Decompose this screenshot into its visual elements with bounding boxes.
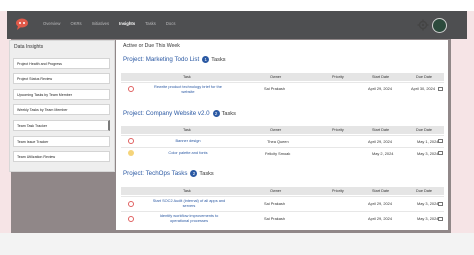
tasks-label: Tasks: [211, 57, 226, 64]
column-start-date: Start Date: [372, 75, 390, 79]
task-count-badge: 1: [202, 56, 210, 63]
task-owner: Sai Prakash: [264, 86, 285, 91]
task-link[interactable]: Identify workflow improvements to operat…: [151, 213, 227, 223]
status-red-icon: [128, 216, 134, 222]
task-due-date: May 3, 2024: [417, 151, 439, 156]
column-owner: Owner: [270, 128, 282, 132]
status-red-icon: [128, 86, 134, 92]
task-start-date: April 29, 2024: [368, 139, 393, 144]
nav-item-initiatives[interactable]: Initiatives: [92, 21, 109, 26]
page-footer-area: [0, 233, 474, 255]
status-red-icon: [128, 138, 134, 144]
column-due-date: Due Date: [416, 75, 433, 79]
calendar-icon[interactable]: [438, 217, 443, 221]
column-priority: Priority: [332, 189, 344, 193]
task-link[interactable]: Banner design: [153, 138, 223, 144]
column-due-date: Due Date: [416, 189, 433, 193]
column-task: Task: [183, 189, 191, 193]
calendar-icon[interactable]: [438, 151, 443, 155]
settings-gear-icon[interactable]: [417, 19, 429, 31]
project-name[interactable]: Project: Company Website v2.0: [123, 110, 210, 117]
nav-item-docs[interactable]: Docs: [166, 21, 176, 26]
project-heading: Project: Marketing Todo List 1 Tasks: [123, 56, 226, 63]
sidebar-item-team-task-tracker[interactable]: Team Task Tracker: [13, 120, 110, 131]
nav-item-insights[interactable]: Insights: [119, 21, 135, 26]
nav-item-okrs[interactable]: OKRs: [70, 21, 81, 26]
app-logo-icon[interactable]: [15, 18, 29, 30]
table-row: Color palette and fonts Felicity Smoak M…: [121, 147, 444, 159]
sidebar-item-project-health[interactable]: Project Health and Progress: [13, 58, 110, 69]
task-due-date: May 1, 2024: [417, 139, 439, 144]
sidebar-item-weekly-tasks[interactable]: Weekly Tasks by Team Member: [13, 104, 110, 115]
main-nav: Overview OKRs Initiatives Insights Tasks…: [43, 21, 185, 26]
status-red-icon: [128, 201, 134, 207]
user-avatar[interactable]: [432, 18, 447, 33]
sidebar-item-upcoming-tasks[interactable]: Upcoming Tasks by Team Member: [13, 89, 110, 100]
table-header: Task Owner Priority Start Date Due Date: [121, 187, 444, 195]
table-header: Task Owner Priority Start Date Due Date: [121, 73, 444, 81]
column-start-date: Start Date: [372, 189, 390, 193]
report-panel: Active or Due This Week Project: Marketi…: [116, 40, 448, 230]
app-frame: Overview OKRs Initiatives Insights Tasks…: [0, 0, 474, 255]
task-due-date: May 3, 2024: [417, 216, 439, 221]
calendar-icon[interactable]: [438, 139, 443, 143]
table-header: Task Owner Priority Start Date Due Date: [121, 126, 444, 134]
top-navigation-bar: Overview OKRs Initiatives Insights Tasks…: [7, 11, 467, 39]
task-start-date: April 29, 2024: [368, 201, 393, 206]
table-row: Identify workflow improvements to operat…: [121, 211, 444, 226]
project-name[interactable]: Project: TechOps Tasks: [123, 170, 187, 177]
nav-item-overview[interactable]: Overview: [43, 21, 60, 26]
column-priority: Priority: [332, 128, 344, 132]
sidebar-item-team-issue-tracker[interactable]: Team Issue Tracker: [13, 136, 110, 147]
column-task: Task: [183, 75, 191, 79]
column-owner: Owner: [270, 189, 282, 193]
sidebar-title: Data Insights: [14, 44, 44, 50]
sidebar-item-team-utilization[interactable]: Team Utilization Review: [13, 151, 110, 162]
table-row: Start SOC2 Audit (internal) of all apps …: [121, 196, 444, 211]
task-link[interactable]: Color palette and fonts: [153, 150, 223, 156]
task-owner: Thea Queen: [267, 139, 289, 144]
nav-item-tasks[interactable]: Tasks: [145, 21, 156, 26]
column-priority: Priority: [332, 75, 344, 79]
task-owner: Felicity Smoak: [265, 151, 291, 156]
task-start-date: April 29, 2024: [368, 86, 393, 91]
task-link[interactable]: Rewrite product technology brief for the…: [153, 84, 223, 94]
table-row: Banner design Thea Queen April 29, 2024 …: [121, 135, 444, 147]
project-name[interactable]: Project: Marketing Todo List: [123, 56, 199, 63]
sidebar-item-project-status[interactable]: Project Status Review: [13, 73, 110, 84]
column-start-date: Start Date: [372, 128, 390, 132]
calendar-icon[interactable]: [438, 202, 443, 206]
task-link[interactable]: Start SOC2 Audit (internal) of all apps …: [151, 198, 227, 208]
task-owner: Sai Prakash: [264, 201, 285, 206]
calendar-icon[interactable]: [438, 87, 443, 91]
tasks-label: Tasks: [221, 111, 236, 118]
column-due-date: Due Date: [416, 128, 433, 132]
task-start-date: May 2, 2024: [372, 151, 394, 156]
task-due-date: April 30, 2024: [411, 86, 436, 91]
column-owner: Owner: [270, 75, 282, 79]
task-count-badge: 2: [212, 110, 220, 117]
column-task: Task: [183, 128, 191, 132]
task-owner: Sai Prakash: [264, 216, 285, 221]
page-top: [0, 0, 474, 11]
project-heading: Project: TechOps Tasks 2 Tasks: [123, 170, 214, 177]
task-due-date: May 3, 2024: [417, 201, 439, 206]
task-start-date: April 29, 2024: [368, 216, 393, 221]
status-yellow-icon: [128, 150, 134, 156]
project-heading: Project: Company Website v2.0 2 Tasks: [123, 110, 236, 117]
report-title: Active or Due This Week: [123, 43, 180, 49]
tasks-label: Tasks: [199, 171, 214, 178]
task-count-badge: 2: [190, 170, 198, 177]
table-row: Rewrite product technology brief for the…: [121, 82, 444, 96]
insights-sidebar: Data Insights Project Health and Progres…: [9, 40, 115, 172]
